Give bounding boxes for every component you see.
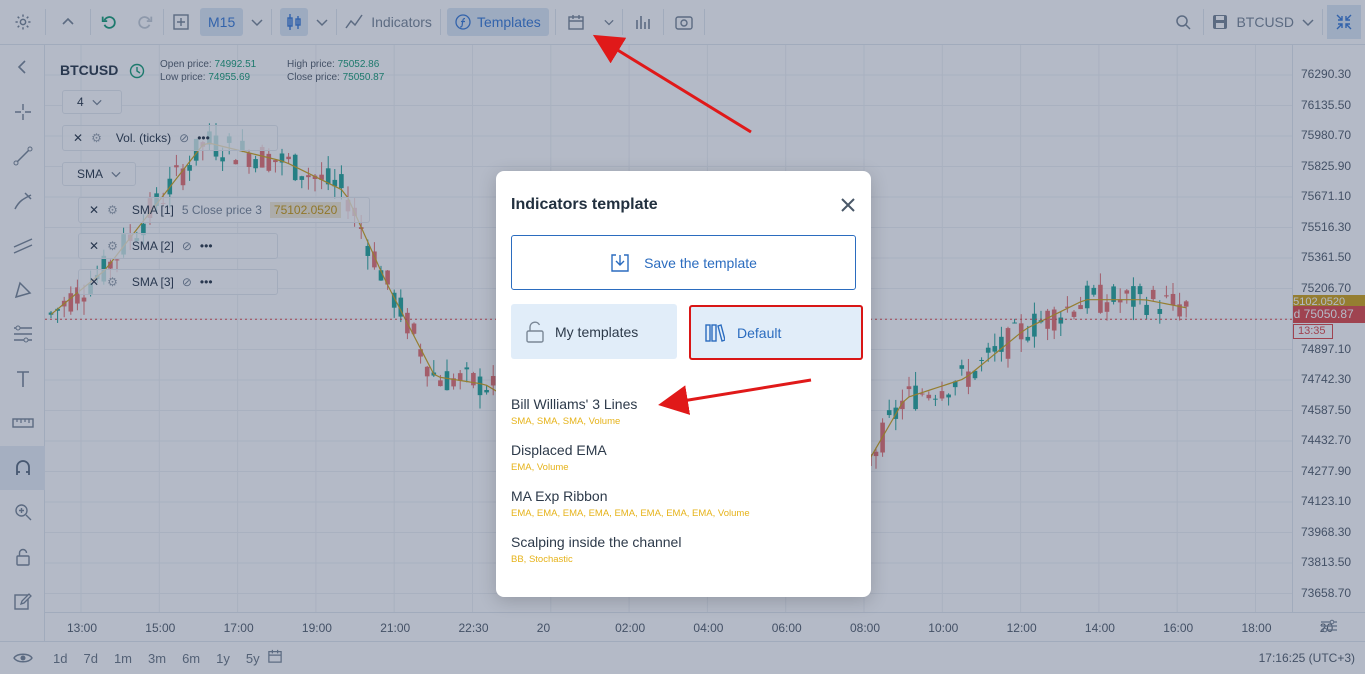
indicators-template-dialog: Indicators template Save the template My… (496, 171, 871, 597)
template-indicators: BB, Stochastic (511, 554, 573, 565)
template-indicators: SMA, SMA, SMA, Volume (511, 416, 621, 427)
template-name: Displaced EMA (511, 442, 607, 458)
library-books-icon (705, 323, 725, 342)
template-name: MA Exp Ribbon (511, 488, 608, 504)
template-indicators: EMA, EMA, EMA, EMA, EMA, EMA, EMA, EMA, … (511, 508, 750, 519)
template-indicators: EMA, Volume (511, 462, 569, 473)
template-name: Scalping inside the channel (511, 534, 682, 550)
dialog-title: Indicators template (511, 196, 658, 213)
tab-default-label: Default (737, 324, 782, 341)
template-item[interactable]: Displaced EMA EMA, Volume (511, 442, 607, 473)
unlock-icon (526, 321, 544, 343)
tab-my-templates-label: My templates (555, 323, 639, 340)
template-name: Bill Williams' 3 Lines (511, 396, 638, 412)
download-tray-icon (611, 253, 629, 272)
template-item[interactable]: MA Exp Ribbon EMA, EMA, EMA, EMA, EMA, E… (511, 488, 750, 519)
template-item[interactable]: Bill Williams' 3 Lines SMA, SMA, SMA, Vo… (511, 396, 637, 427)
save-template-label: Save the template (644, 254, 757, 271)
save-template-button[interactable]: Save the template (511, 235, 856, 290)
tab-default[interactable]: Default (689, 305, 863, 360)
tab-my-templates[interactable]: My templates (511, 304, 677, 359)
close-icon[interactable] (838, 195, 858, 215)
template-item[interactable]: Scalping inside the channel BB, Stochast… (511, 534, 681, 565)
